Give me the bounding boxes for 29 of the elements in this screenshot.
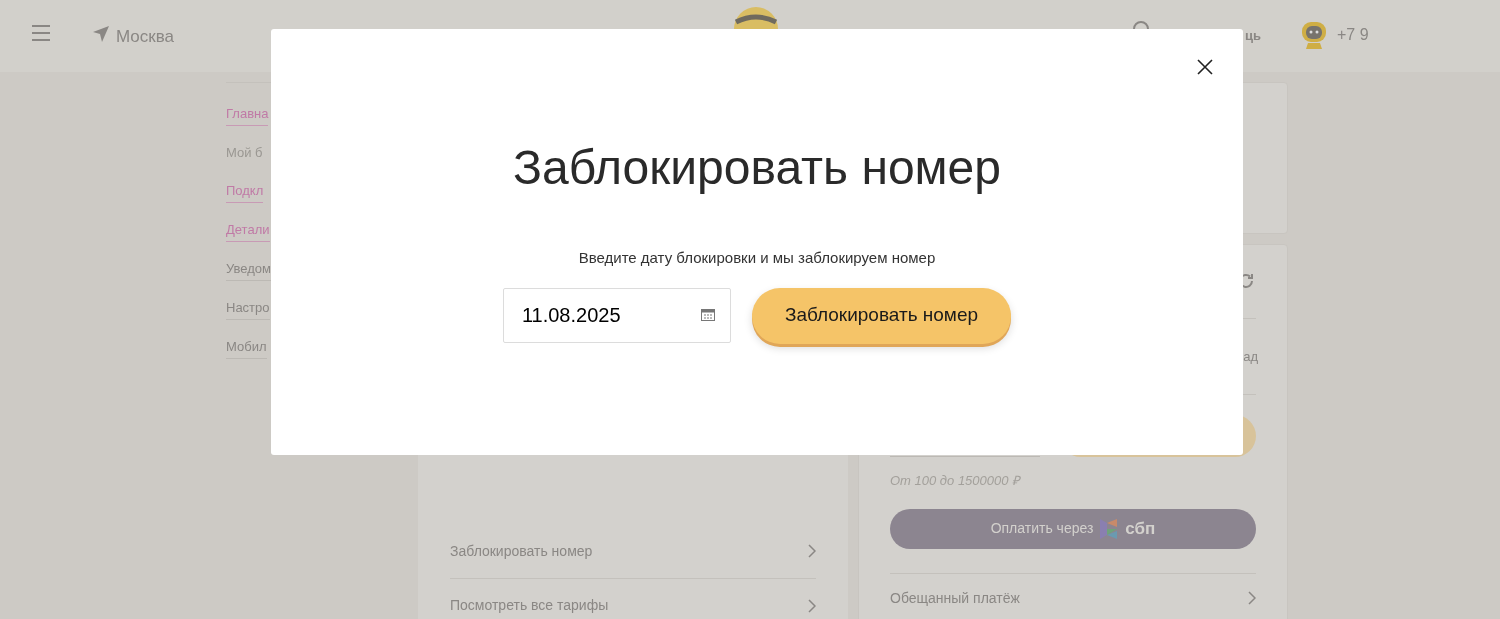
modal-description: Введите дату блокировки и мы заблокируем номер bbox=[578, 248, 936, 268]
calendar-icon[interactable] bbox=[700, 309, 715, 321]
robot-avatar-icon[interactable] bbox=[1300, 20, 1328, 50]
action-label: Заблокировать номер bbox=[450, 541, 593, 561]
action-row[interactable]: Заблокировать номер bbox=[450, 524, 816, 578]
promised-payment-link[interactable]: Обещанный платёж bbox=[890, 587, 1020, 609]
sidebar-link[interactable]: Настро bbox=[226, 297, 270, 320]
help-link[interactable]: ць bbox=[1245, 26, 1261, 46]
location-arrow-icon bbox=[92, 25, 110, 43]
chevron-right-icon bbox=[1248, 591, 1256, 605]
phone-number[interactable]: +7 9 bbox=[1337, 23, 1369, 47]
modal-title: Заблокировать номер bbox=[513, 144, 1001, 192]
sidebar-link[interactable]: Детали bbox=[226, 219, 270, 242]
block-number-button[interactable]: Заблокировать номер bbox=[751, 287, 1012, 344]
menu-icon[interactable] bbox=[31, 25, 51, 41]
date-field[interactable]: 11.08.2025 bbox=[502, 288, 731, 343]
chevron-right-icon bbox=[808, 544, 816, 558]
city-link[interactable]: Москва bbox=[116, 24, 175, 50]
chevron-right-icon bbox=[808, 598, 816, 613]
sidebar-link[interactable]: Мобил bbox=[226, 336, 267, 359]
action-row[interactable]: Посмотреть все тарифы bbox=[450, 578, 816, 619]
sidebar-link[interactable]: Подкл bbox=[226, 180, 264, 203]
sbp-logo-icon bbox=[1099, 517, 1120, 540]
sbp-logo-text: сбп bbox=[1125, 517, 1156, 540]
payment-text: ад bbox=[1243, 347, 1258, 366]
action-label: Посмотреть все тарифы bbox=[450, 596, 609, 615]
close-icon[interactable] bbox=[1197, 59, 1213, 75]
sidebar-link[interactable]: Главна bbox=[226, 103, 269, 126]
sbp-pay-button[interactable]: Оплатить через сбп bbox=[890, 508, 1256, 549]
